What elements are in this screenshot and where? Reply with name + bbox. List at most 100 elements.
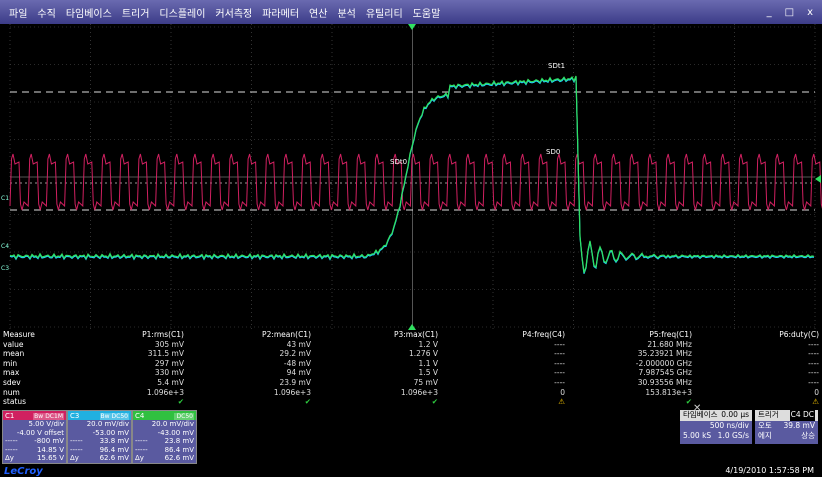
measure-param-header[interactable]: P5:freq(C1) (568, 330, 695, 340)
measure-cell: 23.9 mV (279, 377, 311, 387)
measure-row-label: status (3, 397, 27, 407)
channel-row-label: ----- (5, 437, 18, 446)
measure-cell: 30.93556 MHz (637, 377, 692, 387)
menu-item[interactable]: 트리거 (117, 5, 155, 20)
trigger-mode: 오토 (758, 420, 772, 430)
channel-tag: Bw (33, 412, 45, 420)
menu-item[interactable]: 파라메터 (257, 5, 304, 20)
measure-cell: 1.096e+3 (400, 387, 438, 397)
measure-cell: 1.096e+3 (146, 387, 184, 397)
channel-box-c1[interactable]: C1 Bw DC1M 5.00 V/div -4.00 V offset ----- -80… (2, 410, 67, 464)
waveform-display[interactable]: SDt1 SDt0 SD0 C4 C1 C3 (0, 24, 822, 330)
channel-header: C4 DC50 (133, 411, 196, 420)
status-ok-icon: ✔ (304, 397, 311, 407)
trigger-title: 트리거 (758, 410, 779, 419)
channel-tag: DC50 (110, 412, 129, 420)
measure-cell: 29.2 mV (279, 349, 311, 359)
channel-row: Δy 15.65 V (3, 454, 66, 463)
channel-row-value: 86.4 mV (164, 445, 194, 454)
measure-cell: 330 mV (154, 368, 184, 378)
channel-row-label: Δy (5, 454, 14, 463)
channel-row-value: 20.0 mV/div (86, 420, 129, 428)
measure-table: Measure P1:rms(C1) P2:mean(C1) P3:max(C1) P4… (0, 330, 822, 407)
channel-row-value: -800 mV (34, 437, 64, 446)
measure-cell: 1.5 V (418, 368, 438, 378)
status-warning-icon: ⚠ (558, 397, 565, 407)
channel-row-label: ----- (70, 445, 83, 454)
menu-item[interactable]: 수직 (32, 5, 60, 20)
channel-row-value: 14.85 V (36, 445, 64, 454)
measure-cell: -48 mV (283, 358, 311, 368)
channel-row-value: 15.65 V (36, 454, 64, 463)
close-x-icon[interactable]: ✕ (693, 403, 701, 414)
bottom-panel: C1 Bw DC1M 5.00 V/div -4.00 V offset ----- -80… (0, 403, 822, 477)
measure-cell: 7.987545 GHz (638, 368, 692, 378)
channel-row-value: 5.00 V/div (28, 420, 65, 428)
channel-row-value: 96.4 mV (99, 445, 129, 454)
channel-row-label: Δy (70, 454, 79, 463)
measure-row: value 305 mV 43 mV 1.2 V ---- 21.680 MHz ---- (0, 340, 822, 350)
measure-row-label: mean (3, 349, 25, 359)
menu-item[interactable]: 커서측정 (210, 5, 257, 20)
measure-cell: ---- (808, 368, 819, 378)
channel-row: -43.00 mV (133, 429, 196, 438)
window-controls: _ □ x (762, 7, 822, 18)
channel-row: ----- 23.8 mV (133, 437, 196, 446)
measure-row-label: value (3, 339, 24, 349)
channel-row-value: 33.8 mV (99, 437, 129, 446)
measure-cell: 1.1 V (418, 358, 438, 368)
measure-param-header[interactable]: P4:freq(C4) (441, 330, 568, 340)
measure-param-header[interactable]: P1:rms(C1) (60, 330, 187, 340)
menu-item[interactable]: 디스플레이 (154, 5, 210, 20)
measure-cell: 1.276 V (409, 349, 438, 359)
channel-row-label: Δy (135, 454, 144, 463)
channel-row-value: -53.00 mV (92, 428, 129, 437)
menu-item[interactable]: 유틸리티 (361, 5, 408, 20)
channel-id: C4 (135, 411, 145, 420)
channel-marker-label: C1 (1, 195, 9, 202)
measure-row: max 330 mV 94 mV 1.5 V ---- 7.987545 GHz ---- (0, 368, 822, 378)
maximize-button[interactable]: □ (780, 7, 799, 18)
measure-row-label: sdev (3, 377, 21, 387)
menu-item[interactable]: 연산 (304, 5, 332, 20)
marker-label-sdt0: SDt0 (390, 158, 407, 166)
menu-item[interactable]: 파일 (4, 5, 32, 20)
trigger-type: 에지 (758, 431, 772, 440)
channel-row: Δy 62.6 mV (68, 454, 131, 463)
measure-param-header[interactable]: P3:max(C1) (314, 330, 441, 340)
minimize-button[interactable]: _ (762, 7, 777, 18)
channel-row: 20.0 mV/div (68, 420, 131, 429)
measure-cell: 311.5 mV (147, 349, 184, 359)
trigger-box[interactable]: 트리거 C4 DC 오토 39.8 mV 에지 상승 (755, 410, 818, 444)
menu-item[interactable]: 분석 (332, 5, 360, 20)
measure-param-header[interactable]: P6:duty(C) (695, 330, 822, 340)
menu-item[interactable]: 도움말 (408, 5, 446, 20)
menu-item[interactable]: 타임베이스 (61, 5, 117, 20)
waveform-canvas: SDt1 SDt0 SD0 C4 C1 C3 (1, 24, 822, 330)
timebase-samples: 5.00 kS (683, 431, 712, 440)
channel-row-value: 23.8 mV (164, 437, 194, 446)
channel-tag: DC50 (175, 412, 194, 420)
measure-cell: 94 mV (286, 368, 311, 378)
channel-row: ----- 14.85 V (3, 446, 66, 455)
channel-tag: Bw (99, 412, 111, 420)
channel-row-label: ----- (135, 445, 148, 454)
channel-box-c3[interactable]: C3 Bw DC50 20.0 mV/div -53.00 mV ----- 33.8 mV… (67, 410, 132, 464)
measure-row-label: max (3, 368, 20, 378)
menu-bar: 파일 수직 타임베이스 트리거 디스플레이 커서측정 파라메터 연산 분석 유틸리티 도움말 _ □… (0, 0, 822, 24)
measure-param-header[interactable]: P2:mean(C1) (187, 330, 314, 340)
close-button[interactable]: x (802, 7, 818, 18)
c1-waveform (9, 153, 822, 211)
channel-row-value: 62.6 mV (99, 454, 129, 463)
measure-panel[interactable]: Measure P1:rms(C1) P2:mean(C1) P3:max(C1) P4… (0, 330, 822, 408)
timebase-box[interactable]: 타임베이스 0.00 µs 500 ns/div 5.00 kS 1.0 GS/s (680, 410, 752, 444)
channel-box-c4[interactable]: C4 DC50 20.0 mV/div -43.00 mV ----- 23.8 mV --… (132, 410, 197, 464)
trigger-badge: C4 DC (789, 410, 815, 421)
channel-header: C1 Bw DC1M (3, 411, 66, 420)
marker-label-sdt1: SDt1 (548, 62, 565, 70)
measure-cell: 75 mV (413, 377, 438, 387)
measure-cell: 0 (560, 387, 565, 397)
measure-row-label: min (3, 358, 18, 368)
measure-cell: 1.2 V (418, 339, 438, 349)
channel-row-label: ----- (5, 445, 18, 454)
